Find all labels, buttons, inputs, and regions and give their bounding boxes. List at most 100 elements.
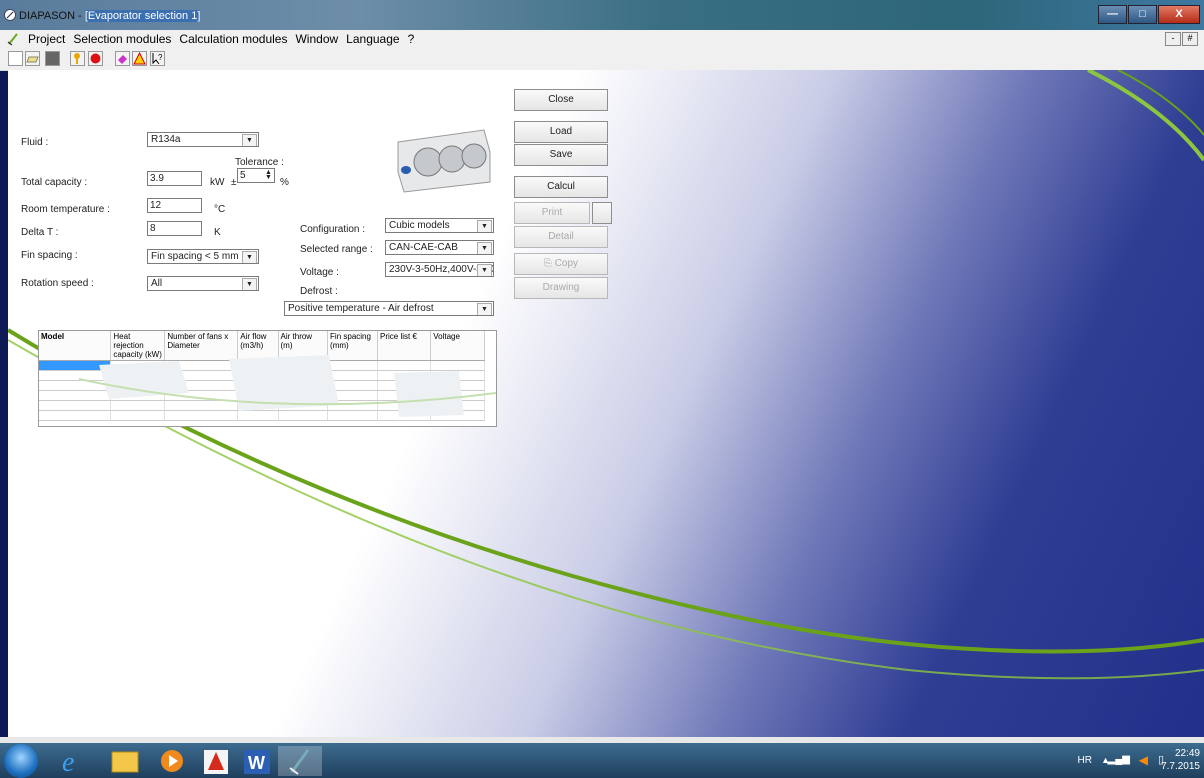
- column-header-fin-spacing[interactable]: Fin spacing (mm): [327, 331, 379, 361]
- table-row[interactable]: [39, 400, 485, 411]
- word-icon[interactable]: W: [236, 746, 280, 776]
- detail-button[interactable]: Detail: [514, 226, 608, 248]
- selected-range-label: Selected range :: [300, 244, 373, 255]
- network-signal-icon[interactable]: ▂▄▆: [1108, 754, 1130, 765]
- close-window-button[interactable]: X: [1158, 5, 1200, 24]
- table-row[interactable]: [39, 390, 485, 401]
- system-clock[interactable]: 22:49 7.7.2015: [1161, 747, 1200, 773]
- menu-window[interactable]: Window: [291, 32, 342, 46]
- column-header-price-list[interactable]: Price list €: [377, 331, 432, 361]
- save-button[interactable]: Save: [514, 144, 608, 166]
- column-header-model[interactable]: Model: [39, 331, 112, 361]
- tolerance-unit: %: [280, 177, 289, 188]
- delta-t-unit: K: [214, 227, 221, 238]
- mdi-minimize-button[interactable]: -: [1165, 32, 1181, 46]
- eraser-icon[interactable]: [115, 51, 130, 66]
- print-options-button[interactable]: [592, 202, 612, 224]
- total-capacity-label: Total capacity :: [21, 177, 88, 188]
- chevron-down-icon[interactable]: ▼: [477, 220, 492, 232]
- table-row[interactable]: [39, 410, 485, 421]
- file-explorer-icon[interactable]: [104, 746, 148, 776]
- svg-text:?: ?: [158, 53, 163, 62]
- spin-arrows-icon[interactable]: ▲ ▼: [264, 169, 273, 181]
- load-button[interactable]: Load: [514, 121, 608, 143]
- menu-calculation-modules[interactable]: Calculation modules: [175, 32, 291, 46]
- copy-button[interactable]: ⎘ Copy: [514, 253, 608, 275]
- diapason-taskbar-icon[interactable]: [278, 746, 322, 776]
- open-icon[interactable]: [25, 51, 40, 66]
- tolerance-plusminus: ±: [231, 177, 237, 188]
- evaporator-selection-window: Fluid : R134a ▼ Tolerance : Total capacit…: [8, 70, 1204, 737]
- diapason-doc-icon[interactable]: [6, 32, 20, 46]
- fin-spacing-select[interactable]: Fin spacing < 5 mm ▼: [147, 249, 259, 264]
- warning-icon[interactable]: [132, 51, 147, 66]
- column-header-heat-rejection[interactable]: Heat rejection capacity (kW): [110, 331, 166, 361]
- svg-text:e: e: [62, 747, 74, 776]
- close-button[interactable]: Close: [514, 89, 608, 111]
- speaker-icon[interactable]: ◀: [1139, 753, 1148, 767]
- stop-icon[interactable]: [88, 51, 103, 66]
- chevron-down-icon[interactable]: ▼: [477, 264, 492, 276]
- table-row[interactable]: [39, 370, 485, 381]
- column-header-fans[interactable]: Number of fans x Diameter: [164, 331, 239, 361]
- table-row[interactable]: [39, 360, 485, 371]
- print-button[interactable]: Print: [514, 202, 590, 224]
- windows-start-icon[interactable]: [4, 744, 38, 778]
- fluid-label: Fluid :: [21, 137, 49, 148]
- selected-range-select[interactable]: CAN-CAE-CAB ▼: [385, 240, 494, 255]
- toolbar: ?: [0, 48, 1204, 71]
- evaporator-product-image: [397, 129, 491, 193]
- help-pointer-icon[interactable]: ?: [150, 51, 165, 66]
- results-grid[interactable]: Model Heat rejection capacity (kW) Numbe…: [38, 330, 497, 427]
- configuration-label: Configuration :: [300, 224, 366, 235]
- tolerance-spinner[interactable]: 5 ▲ ▼: [237, 168, 275, 183]
- maximize-button[interactable]: □: [1128, 5, 1157, 24]
- calcul-button[interactable]: Calcul: [514, 176, 608, 198]
- drawing-button[interactable]: Drawing: [514, 277, 608, 299]
- configuration-select[interactable]: Cubic models ▼: [385, 218, 494, 233]
- chevron-down-icon[interactable]: ▼: [477, 303, 492, 315]
- new-icon[interactable]: [8, 51, 23, 66]
- room-temperature-label: Room temperature :: [21, 204, 110, 215]
- menu-help[interactable]: ?: [404, 32, 419, 46]
- results-table: Model Heat rejection capacity (kW) Numbe…: [39, 331, 485, 421]
- menu-selection-modules[interactable]: Selection modules: [69, 32, 175, 46]
- minimize-button[interactable]: —: [1098, 5, 1127, 24]
- chevron-down-icon[interactable]: ▼: [242, 278, 257, 290]
- save-icon[interactable]: [45, 51, 60, 66]
- rotation-speed-label: Rotation speed :: [21, 278, 94, 289]
- chevron-down-icon[interactable]: ▼: [242, 251, 257, 263]
- fluid-select[interactable]: R134a ▼: [147, 132, 259, 147]
- menu-project[interactable]: Project: [24, 32, 69, 46]
- table-row[interactable]: [39, 380, 485, 391]
- column-header-air-flow[interactable]: Air flow (m3/h): [237, 331, 279, 361]
- menu-bar: Project Selection modules Calculation mo…: [0, 30, 1204, 48]
- delta-t-input[interactable]: 8: [147, 221, 202, 236]
- copy-icon: ⎘: [543, 258, 555, 269]
- internet-explorer-icon[interactable]: e: [52, 746, 96, 776]
- voltage-select[interactable]: 230V-3-50Hz,400V-3-50H ▼: [385, 262, 494, 277]
- mdi-maximize-button[interactable]: #: [1182, 32, 1198, 46]
- menu-language[interactable]: Language: [342, 32, 403, 46]
- fin-spacing-label: Fin spacing :: [21, 250, 78, 261]
- key-icon[interactable]: [70, 51, 85, 66]
- column-header-voltage[interactable]: Voltage: [430, 331, 485, 361]
- room-temperature-input[interactable]: 12: [147, 198, 202, 213]
- chevron-down-icon[interactable]: ▼: [242, 134, 257, 146]
- clock-date: 7.7.2015: [1161, 761, 1200, 772]
- input-language-indicator[interactable]: HR: [1078, 755, 1092, 766]
- acrobat-reader-icon[interactable]: [194, 746, 238, 776]
- voltage-label: Voltage :: [300, 267, 339, 278]
- total-capacity-unit: kW: [210, 177, 225, 188]
- svg-text:W: W: [248, 753, 265, 773]
- chevron-down-icon[interactable]: ▼: [477, 242, 492, 254]
- taskbar: e W HR ▲ ▂▄▆ ◀ ▯ 22:49 7.7.2015: [0, 743, 1204, 778]
- column-header-air-throw[interactable]: Air throw (m): [278, 331, 329, 361]
- total-capacity-input[interactable]: 3.9: [147, 171, 202, 186]
- diapason-app-icon: [4, 9, 16, 21]
- media-player-icon[interactable]: [150, 746, 194, 776]
- window-titlebar: DIAPASON - [Evaporator selection 1] — □ …: [0, 0, 1204, 30]
- defrost-select[interactable]: Positive temperature - Air defrost ▼: [284, 301, 494, 316]
- room-temperature-unit: °C: [214, 204, 226, 215]
- rotation-speed-select[interactable]: All ▼: [147, 276, 259, 291]
